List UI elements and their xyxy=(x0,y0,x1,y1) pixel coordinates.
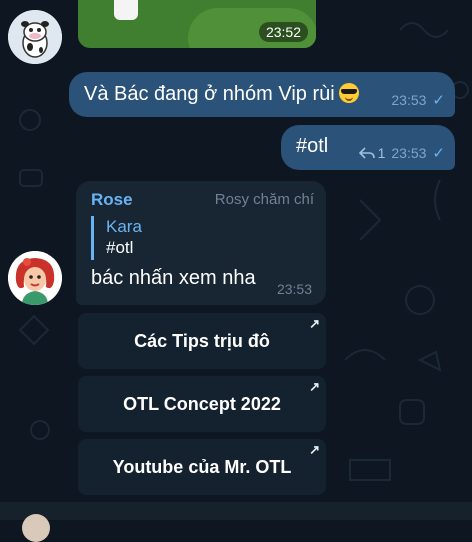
inline-button-label: Các Tips trịu đô xyxy=(134,330,270,351)
media-image-figure xyxy=(114,0,138,20)
message-text: #otl xyxy=(296,135,329,157)
message-meta: 1 23:53 ✓ xyxy=(358,144,445,162)
sunglasses-emoji-icon xyxy=(338,83,359,103)
external-arrow-icon: ↗ xyxy=(309,442,320,457)
avatar[interactable] xyxy=(22,514,50,542)
message-time: 23:53 xyxy=(391,145,427,161)
reply-count[interactable]: 1 xyxy=(358,145,386,161)
sender-name[interactable]: Rose xyxy=(91,190,133,210)
reply-quote[interactable]: Kara #otl xyxy=(91,216,314,260)
message-text: bác nhấn xem nha xyxy=(91,267,256,289)
outgoing-message[interactable]: #otl 1 23:53 ✓ xyxy=(281,125,455,170)
message-time: 23:53 xyxy=(276,281,312,297)
media-time: 23:52 xyxy=(258,22,308,42)
reply-count-value: 1 xyxy=(377,145,386,161)
quote-author: Kara xyxy=(106,217,142,236)
inline-button-concept[interactable]: OTL Concept 2022 ↗ xyxy=(78,376,326,432)
inline-button-label: OTL Concept 2022 xyxy=(123,393,281,414)
outgoing-message[interactable]: Và Bác đang ở nhóm Vip rùi 23:53 ✓ xyxy=(69,72,455,117)
message-time: 23:53 xyxy=(391,92,427,108)
read-check-icon: ✓ xyxy=(432,145,445,162)
message-meta: 23:53 ✓ xyxy=(391,91,445,109)
inline-button-label: Youtube của Mr. OTL xyxy=(112,456,292,477)
external-arrow-icon: ↗ xyxy=(309,379,320,394)
cow-avatar-icon xyxy=(8,10,62,64)
avatar[interactable] xyxy=(8,251,62,305)
external-arrow-icon: ↗ xyxy=(309,316,320,331)
sender-title: Rosy chăm chí xyxy=(214,191,314,208)
reply-arrow-icon xyxy=(358,147,375,159)
media-message[interactable]: 23:52 xyxy=(78,0,316,48)
incoming-message[interactable]: Rose Rosy chăm chí Kara #otl bác nhấn xe… xyxy=(76,181,326,305)
message-composer-bar[interactable] xyxy=(0,502,472,520)
read-check-icon: ✓ xyxy=(432,92,445,109)
quote-text: #otl xyxy=(106,238,134,257)
girl-avatar-icon xyxy=(8,251,62,305)
message-text: Và Bác đang ở nhóm Vip rùi xyxy=(84,83,335,105)
inline-button-youtube[interactable]: Youtube của Mr. OTL ↗ xyxy=(78,439,326,495)
inline-button-tips[interactable]: Các Tips trịu đô ↗ xyxy=(78,313,326,369)
avatar[interactable] xyxy=(8,10,62,64)
